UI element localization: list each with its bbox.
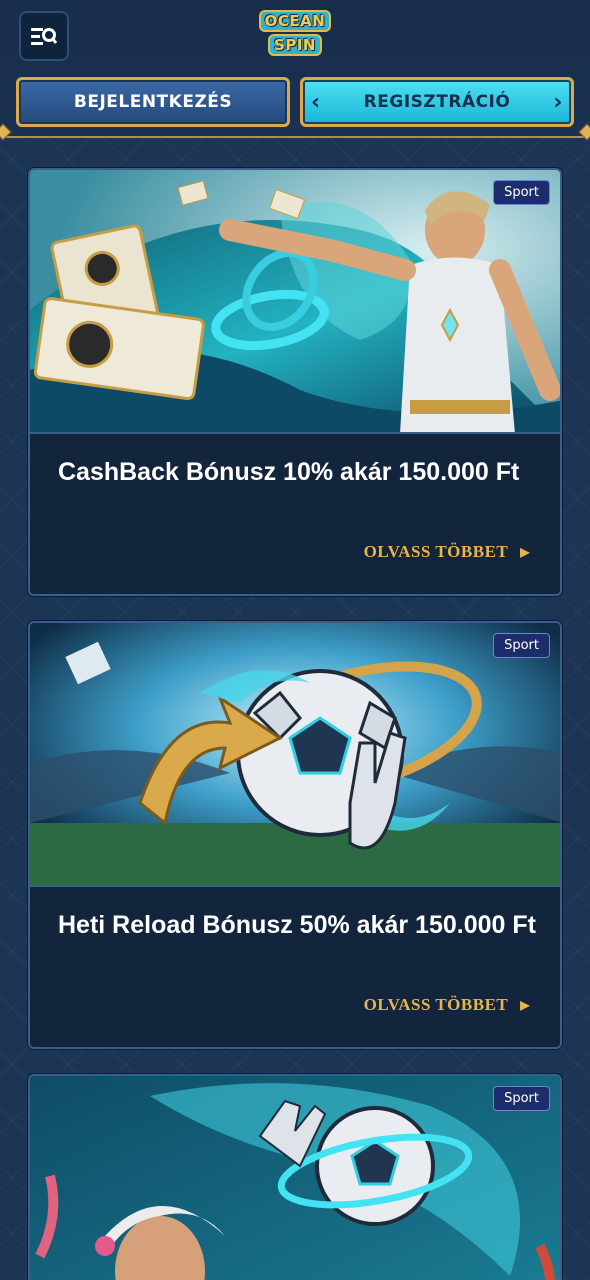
chevron-left-icon: ‹ bbox=[311, 90, 321, 115]
sport-tag: Sport bbox=[493, 633, 550, 658]
read-more-label: OLVASS TÖBBET bbox=[363, 995, 509, 1014]
register-button[interactable]: ‹ REGISZTRÁCIÓ › bbox=[300, 77, 574, 127]
promo-card-reload[interactable]: Sport Heti Reload Bónusz 50% akár 150.00… bbox=[28, 621, 562, 1049]
sport-tag: Sport bbox=[493, 180, 550, 205]
menu-search-icon bbox=[31, 28, 57, 45]
login-button[interactable]: BEJELENTKEZÉS bbox=[16, 77, 290, 127]
promo-title: CashBack Bónusz 10% akár 150.000 Ft bbox=[58, 458, 520, 486]
logo-word-ocean: OCEAN bbox=[258, 10, 332, 32]
sport-tag: Sport bbox=[493, 1086, 550, 1111]
logo-word-spin: SPIN bbox=[268, 34, 322, 56]
promo-title: Heti Reload Bónusz 50% akár 150.000 Ft bbox=[58, 911, 536, 939]
ocean-spin-logo[interactable]: OCEAN SPIN bbox=[250, 10, 340, 66]
promo-card-third[interactable]: Sport bbox=[28, 1074, 562, 1280]
promo-image-cashback: Sport bbox=[30, 170, 560, 434]
promo-card-cashback[interactable]: Sport CashBack Bónusz 10% akár 150.000 F… bbox=[28, 168, 562, 596]
register-button-label: REGISZTRÁCIÓ bbox=[363, 92, 511, 112]
promo-image-third: Sport bbox=[30, 1076, 560, 1280]
corner-gem-left bbox=[0, 123, 12, 141]
read-more-link[interactable]: OLVASS TÖBBET ▶ bbox=[364, 542, 530, 562]
play-arrow-icon: ▶ bbox=[520, 544, 530, 559]
corner-gem-right bbox=[578, 123, 590, 141]
chevron-right-icon: › bbox=[553, 90, 563, 115]
read-more-link[interactable]: OLVASS TÖBBET ▶ bbox=[364, 995, 530, 1015]
site-header: OCEAN SPIN BEJELENTKEZÉS ‹ REGISZTRÁCIÓ … bbox=[0, 0, 590, 141]
menu-search-button[interactable] bbox=[19, 11, 69, 61]
promo-image-reload: Sport bbox=[30, 623, 560, 887]
play-arrow-icon: ▶ bbox=[520, 997, 530, 1012]
read-more-label: OLVASS TÖBBET bbox=[363, 542, 509, 561]
